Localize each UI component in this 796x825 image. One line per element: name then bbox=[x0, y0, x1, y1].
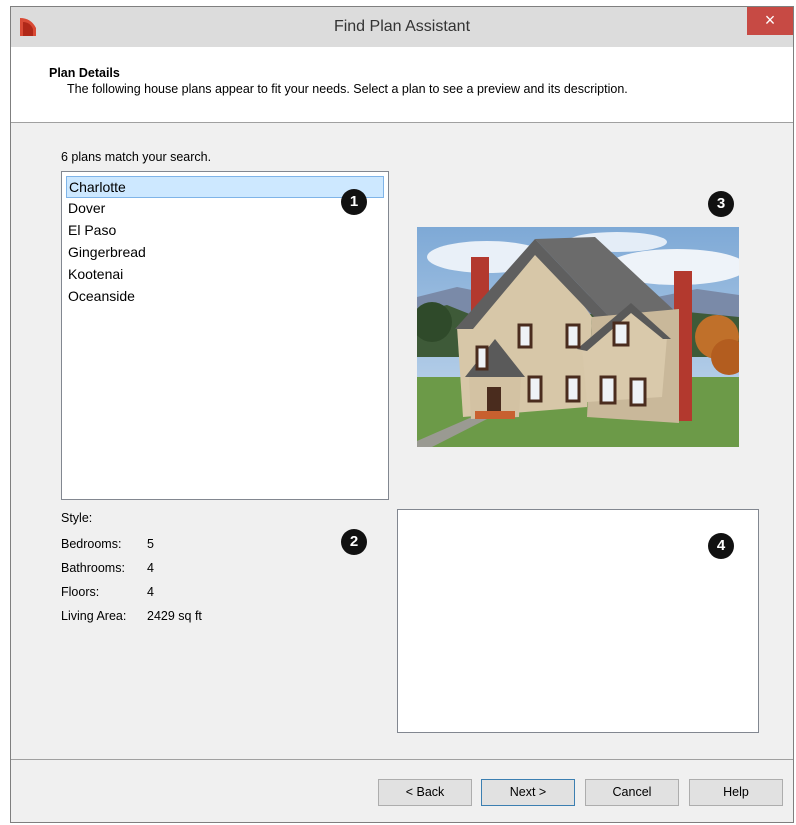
living-area-value: 2429 sq ft bbox=[147, 609, 202, 623]
plan-list[interactable]: Charlotte Dover El Paso Gingerbread Koot… bbox=[61, 171, 389, 500]
callout-badge-2: 2 bbox=[341, 529, 367, 555]
help-button[interactable]: Help bbox=[689, 779, 783, 806]
callout-badge-4: 4 bbox=[708, 533, 734, 559]
plan-item-charlotte[interactable]: Charlotte bbox=[66, 176, 384, 198]
floors-value: 4 bbox=[147, 585, 154, 599]
plan-item-kootenai[interactable]: Kootenai bbox=[66, 264, 384, 286]
close-button[interactable]: × bbox=[747, 7, 793, 35]
footer-divider bbox=[11, 759, 793, 760]
callout-badge-3: 3 bbox=[708, 191, 734, 217]
plan-description-box[interactable] bbox=[397, 509, 759, 733]
bathrooms-label: Bathrooms: bbox=[61, 561, 125, 575]
header-panel: Plan Details The following house plans a… bbox=[11, 47, 793, 123]
floors-label: Floors: bbox=[61, 585, 100, 599]
bathrooms-value: 4 bbox=[147, 561, 154, 575]
bedrooms-label: Bedrooms: bbox=[61, 537, 122, 551]
callout-badge-1: 1 bbox=[341, 189, 367, 215]
plan-item-gingerbread[interactable]: Gingerbread bbox=[66, 242, 384, 264]
cancel-button[interactable]: Cancel bbox=[585, 779, 679, 806]
title-bar[interactable]: Find Plan Assistant × bbox=[11, 7, 793, 47]
next-button[interactable]: Next > bbox=[481, 779, 575, 806]
header-description: The following house plans appear to fit … bbox=[67, 82, 628, 96]
plan-item-el-paso[interactable]: El Paso bbox=[66, 220, 384, 242]
window-title: Find Plan Assistant bbox=[333, 18, 471, 35]
style-label: Style: bbox=[61, 511, 93, 525]
header-title: Plan Details bbox=[49, 66, 120, 80]
plan-item-dover[interactable]: Dover bbox=[66, 198, 384, 220]
living-area-label: Living Area: bbox=[61, 609, 127, 623]
bedrooms-value: 5 bbox=[147, 537, 154, 551]
find-plan-assistant-window: Find Plan Assistant × Plan Details The f… bbox=[10, 6, 794, 823]
house-preview-image bbox=[417, 227, 739, 447]
plan-item-oceanside[interactable]: Oceanside bbox=[66, 286, 384, 308]
match-count-text: 6 plans match your search. bbox=[61, 150, 212, 164]
back-button[interactable]: < Back bbox=[378, 779, 472, 806]
